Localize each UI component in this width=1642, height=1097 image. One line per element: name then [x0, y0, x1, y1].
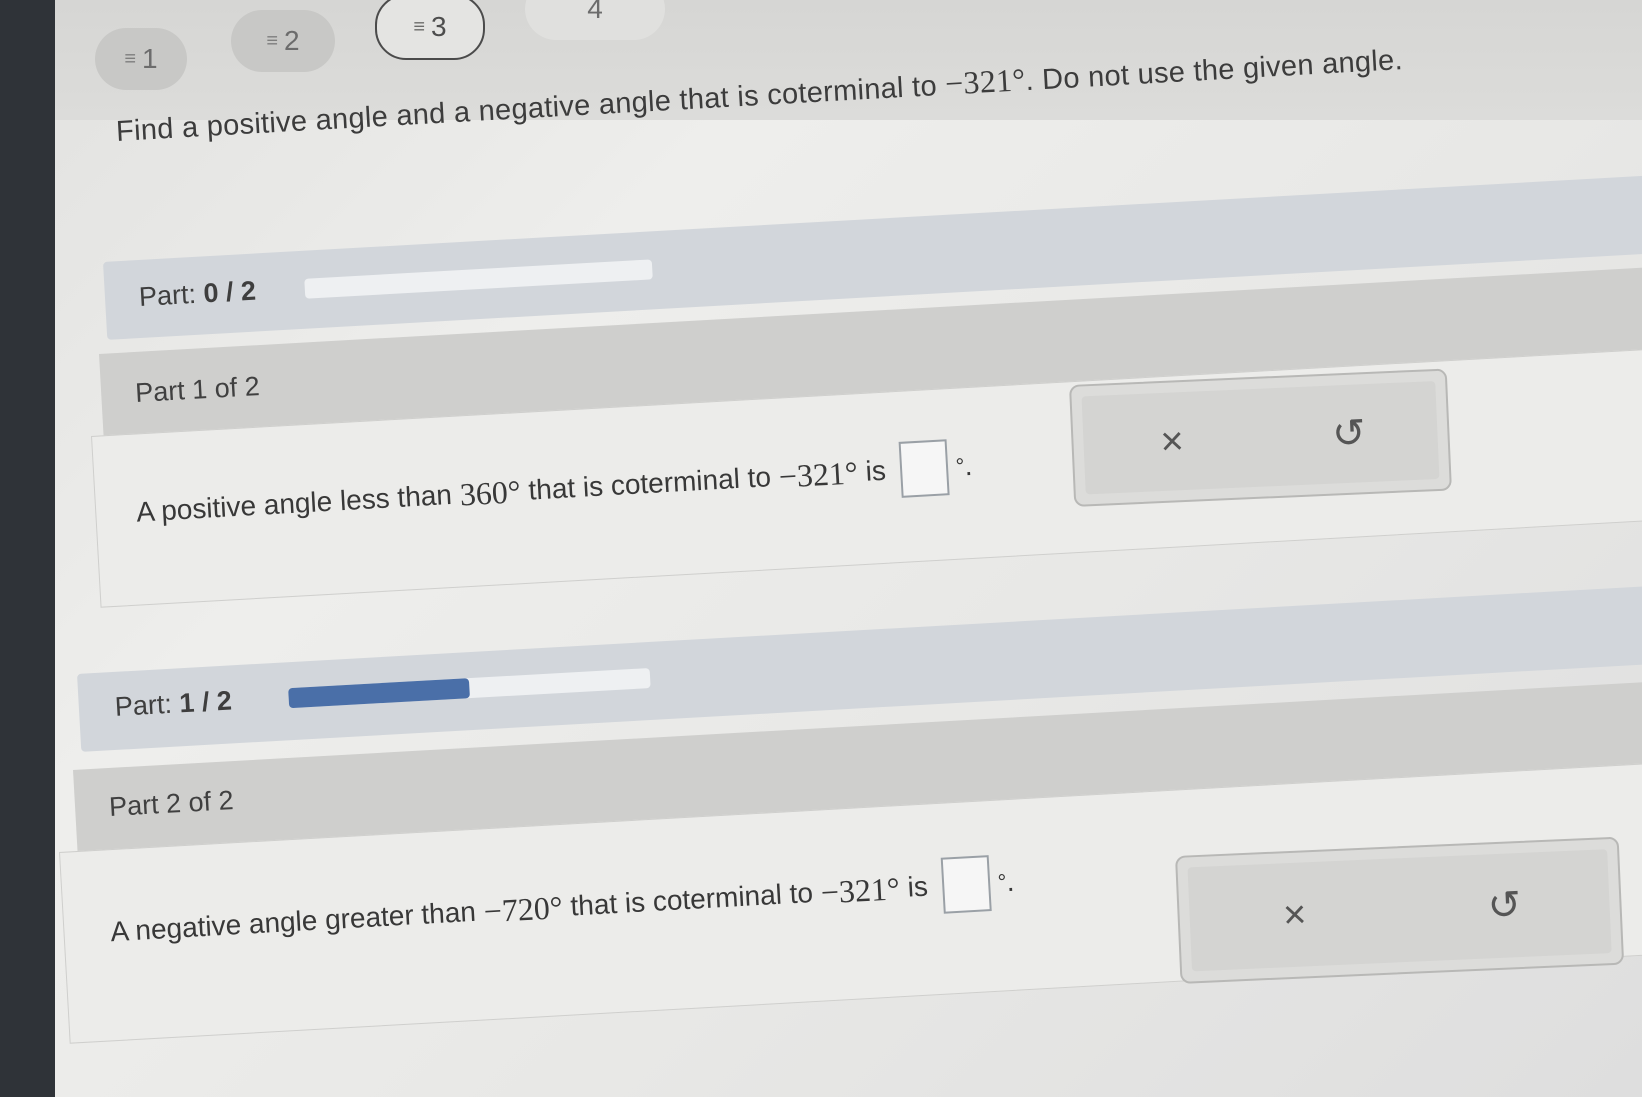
tool-panel-inner: × ↺ [1081, 381, 1440, 495]
undo-icon[interactable]: ↺ [1474, 881, 1536, 930]
prompt-period: . [963, 449, 974, 482]
question-content: Find a positive angle and a negative ang… [55, 0, 1642, 1097]
progress-track [304, 259, 653, 299]
prompt-mid: that is coterminal to [569, 877, 814, 922]
prompt-bound: 360° [458, 472, 522, 512]
tool-panel-inner: × ↺ [1187, 849, 1612, 972]
part-progress-text: Part: [114, 688, 181, 722]
prompt-mid: that is coterminal to [527, 461, 772, 506]
part-progress-label: Part: 1 / 2 [114, 685, 233, 722]
prompt-prefix: A positive angle less than [135, 478, 453, 528]
part-2-tool-panel: × ↺ [1175, 836, 1625, 984]
prompt-prefix: A negative angle greater than [109, 895, 477, 948]
prompt-is: is [864, 454, 887, 487]
question-prefix: Find a positive angle and a negative ang… [115, 69, 947, 148]
question-angle: −321° [944, 61, 1027, 102]
part-1-tool-panel: × ↺ [1069, 368, 1452, 507]
prompt-is: is [906, 870, 929, 903]
part-2-prompt: A negative angle greater than −720° that… [109, 854, 1016, 960]
undo-icon[interactable]: ↺ [1318, 410, 1380, 459]
part-1-title: Part 1 of 2 [134, 371, 261, 409]
part-2-title: Part 2 of 2 [108, 785, 235, 823]
part-1-prompt: A positive angle less than 360° that is … [135, 438, 974, 541]
part-progress-label: Part: 0 / 2 [138, 276, 257, 313]
question-suffix: . Do not use the given angle. [1024, 44, 1404, 98]
prompt-angle: −321° [777, 453, 859, 495]
clear-icon[interactable]: × [1141, 418, 1203, 466]
screen: ≡ 1 ≡ 2 ≡ 3 4 Find a positive angle and … [55, 0, 1642, 1097]
part-progress-value: 0 / 2 [202, 275, 257, 309]
progress-track [288, 668, 651, 709]
part-progress-text: Part: [138, 278, 205, 313]
prompt-period: . [1005, 865, 1016, 898]
progress-fill [288, 678, 470, 709]
progress-fill [304, 278, 306, 299]
answer-input-part-2[interactable] [940, 855, 992, 914]
question-text: Find a positive angle and a negative ang… [115, 40, 1404, 149]
prompt-bound: −720° [482, 888, 564, 929]
clear-icon[interactable]: × [1264, 891, 1326, 939]
part-progress-value: 1 / 2 [178, 685, 233, 719]
answer-input-part-1[interactable] [898, 439, 950, 498]
prompt-angle: −321° [819, 869, 901, 911]
